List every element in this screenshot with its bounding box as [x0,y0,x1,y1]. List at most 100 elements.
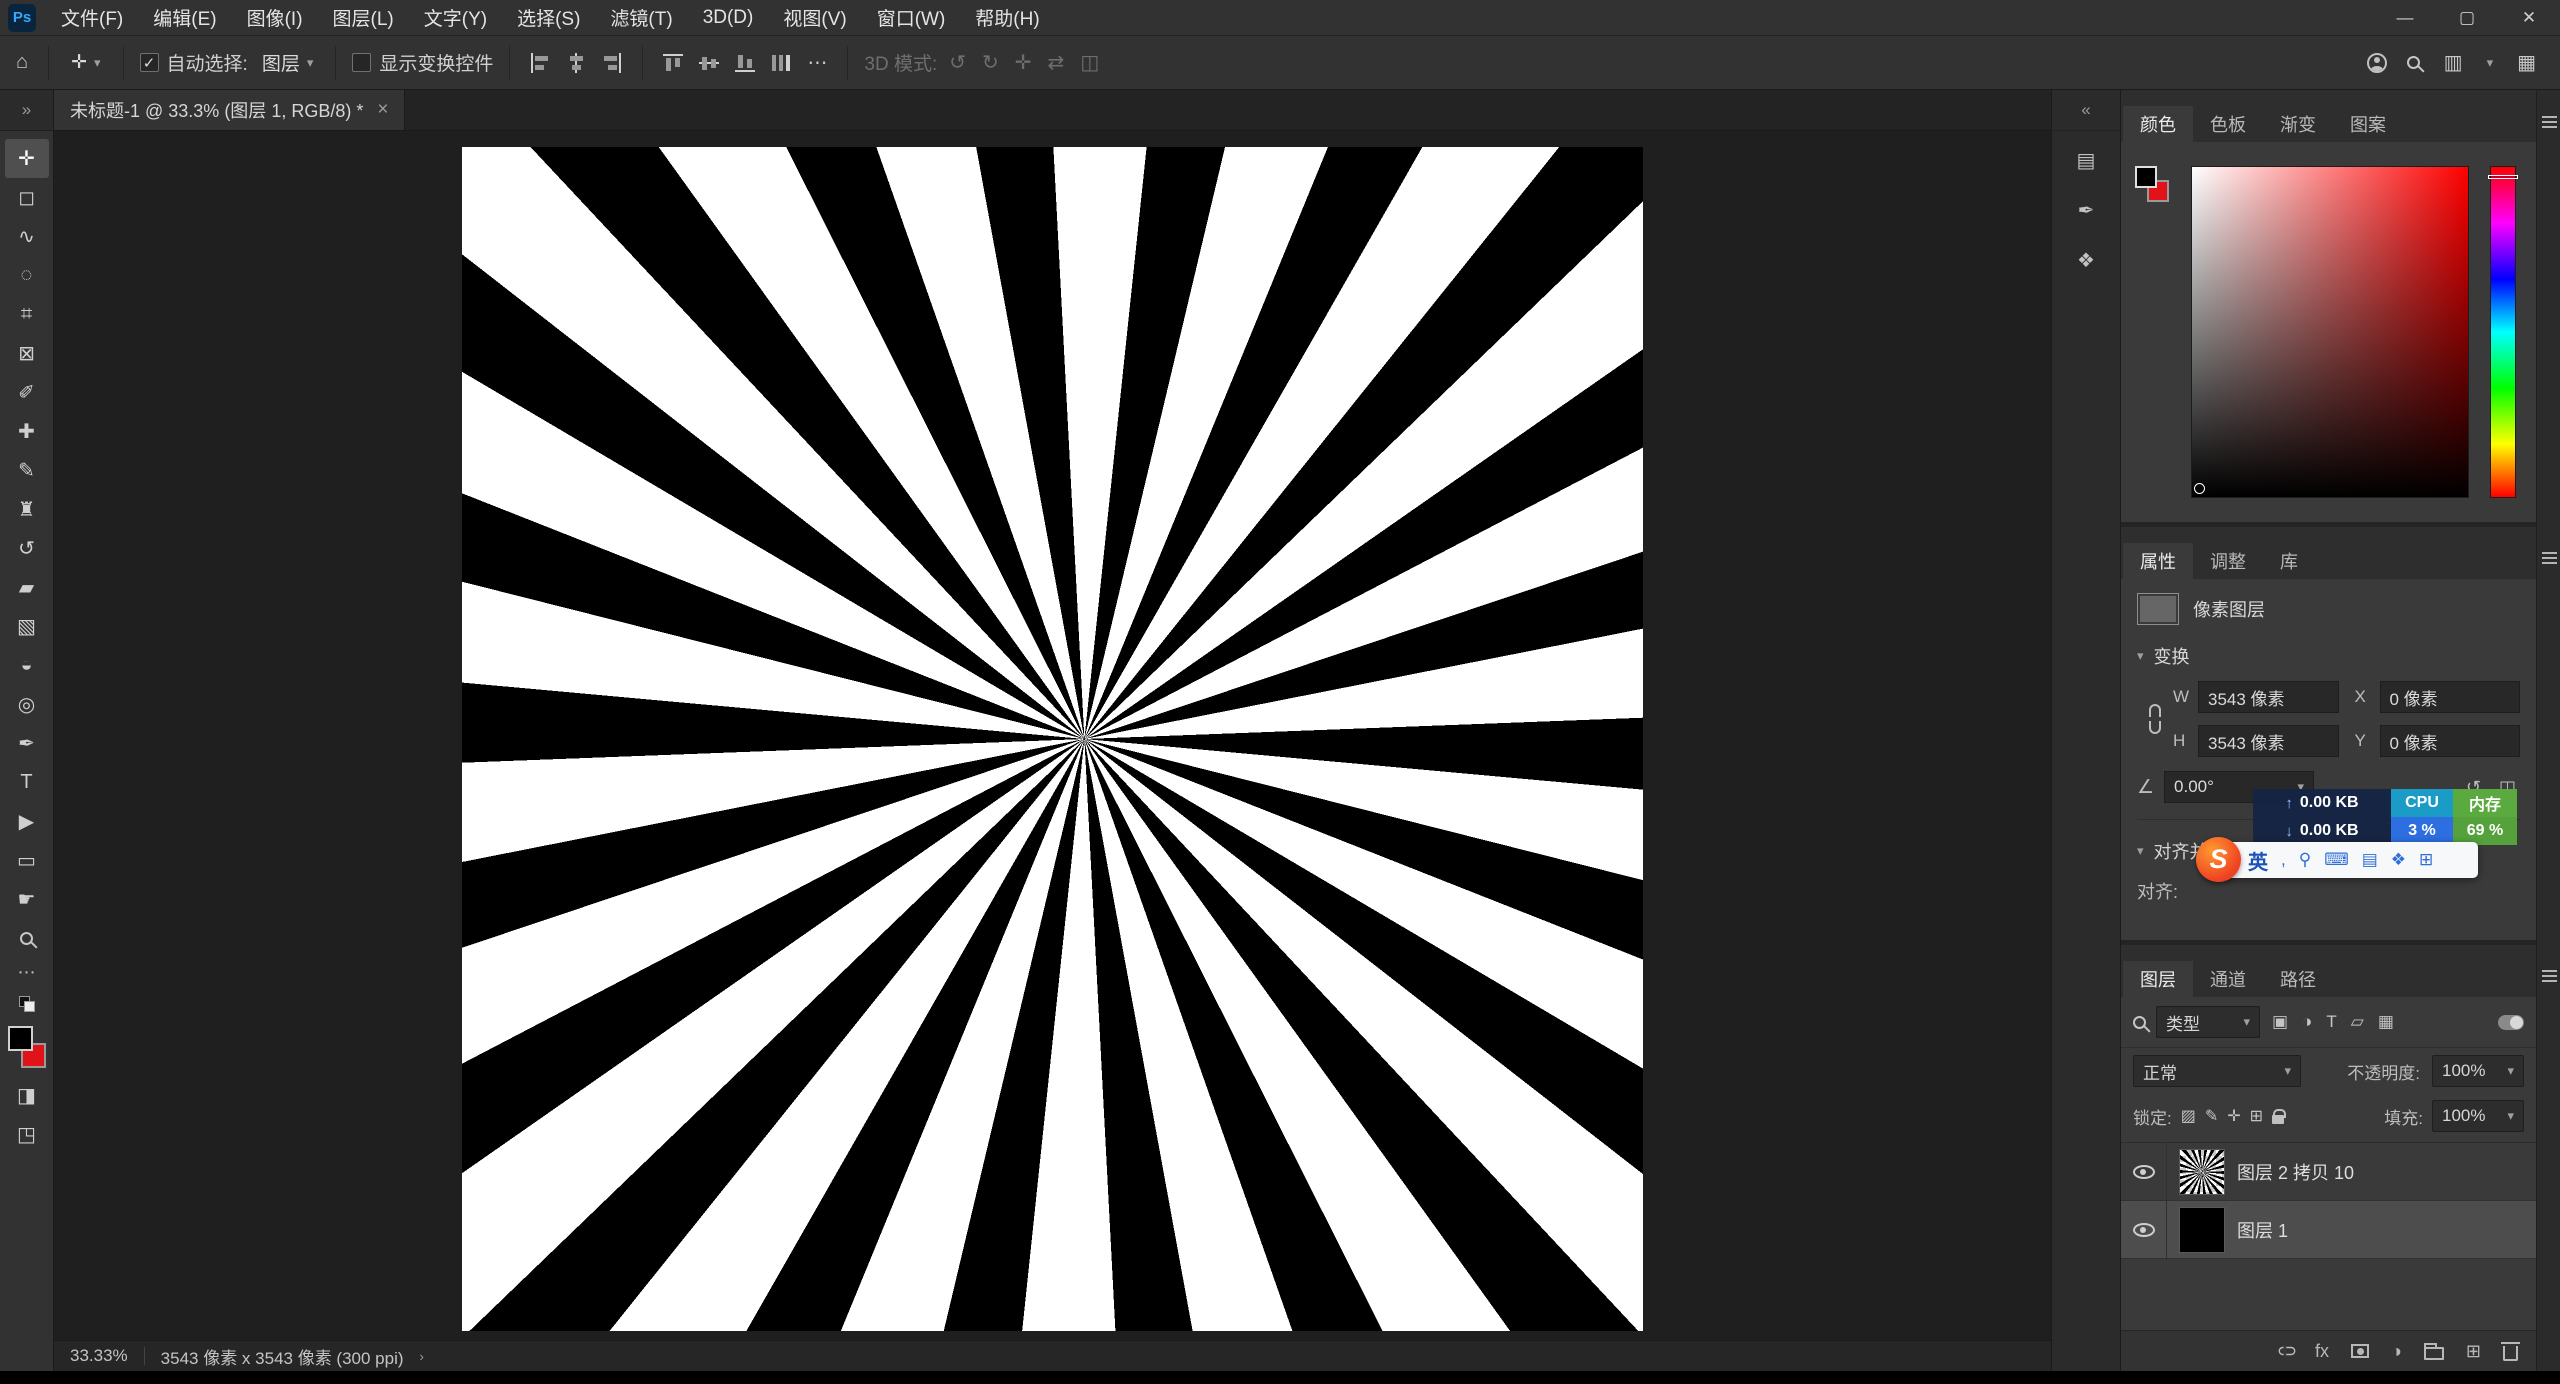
screen-mode-button[interactable]: ◳ [5,1115,49,1154]
tool-preset-picker[interactable]: ✛ ▾ [65,47,106,78]
chevron-down-icon[interactable]: ▾ [2487,55,2494,71]
filter-type-dropdown[interactable]: 类型 ▾ [2156,1006,2260,1038]
status-options-chevron[interactable]: › [420,1349,424,1364]
type-tool[interactable]: T [5,763,49,802]
menu-image[interactable]: 图像(I) [232,0,318,35]
object-selection-tool[interactable]: ◌ [5,256,49,295]
gradient-tool[interactable]: ▧ [5,607,49,646]
tab-color[interactable]: 颜色 [2123,106,2193,142]
layer-thumbnail-black[interactable] [2179,1207,2225,1253]
link-dimensions-icon[interactable] [2149,704,2161,734]
ime-skin-icon[interactable]: ❖ [2391,850,2406,870]
canvas-pasteboard[interactable] [54,131,2051,1340]
layer-row-starburst[interactable]: 图层 2 拷贝 10 [2121,1143,2536,1201]
spot-healing-brush-tool[interactable]: ✚ [5,412,49,451]
lasso-tool[interactable]: ∿ [5,217,49,256]
close-button[interactable]: ✕ [2498,0,2560,36]
eyedropper-tool[interactable]: ✐ [5,373,49,412]
menu-select[interactable]: 选择(S) [502,0,595,35]
document-canvas[interactable] [462,147,1643,1331]
dodge-tool[interactable]: ◎ [5,685,49,724]
filter-shape-layers-icon[interactable]: ▱ [2349,1012,2366,1032]
saturation-brightness-field[interactable] [2191,166,2469,498]
align-horizontal-centers-button[interactable] [562,49,590,77]
lock-all-icon[interactable] [2272,1115,2284,1124]
collapse-panels-button[interactable]: « [2052,90,2120,131]
filter-toggle[interactable] [2498,1015,2524,1030]
tab-paths[interactable]: 路径 [2263,961,2333,997]
align-right-edges-button[interactable] [598,49,626,77]
photoshop-logo[interactable]: Ps [8,4,36,32]
color-panel-menu-button[interactable] [2541,114,2557,130]
default-colors-icon[interactable] [19,996,35,1012]
close-tab-icon[interactable]: × [377,99,388,121]
menu-view[interactable]: 视图(V) [768,0,861,35]
x-input[interactable]: 0 像素 [2380,681,2521,713]
account-icon[interactable] [2367,53,2387,73]
sogou-logo[interactable]: S [2196,837,2241,882]
expand-toolbar-button[interactable]: » [0,90,53,131]
new-group-button[interactable] [2424,1347,2444,1360]
width-input[interactable]: 3543 像素 [2198,681,2339,713]
layer-name[interactable]: 图层 1 [2237,1217,2288,1243]
blur-tool[interactable]: ◒ [5,646,49,685]
frame-tool[interactable]: ⊠ [5,334,49,373]
layer-name[interactable]: 图层 2 拷贝 10 [2237,1159,2354,1185]
tab-swatches[interactable]: 色板 [2193,106,2263,142]
paths-panel-icon[interactable]: ✒ [2063,189,2109,231]
tab-channels[interactable]: 通道 [2193,961,2263,997]
tab-properties[interactable]: 属性 [2123,543,2193,579]
ime-punctuation-icon[interactable]: , [2281,850,2286,870]
ime-language-toggle[interactable]: 英 [2248,846,2268,875]
brush-tool[interactable]: ✎ [5,451,49,490]
add-layer-mask-button[interactable] [2351,1344,2369,1358]
filter-type-layers-icon[interactable]: T [2324,1012,2338,1032]
menu-window[interactable]: 窗口(W) [862,0,961,35]
pen-tool[interactable]: ✒ [5,724,49,763]
menu-filter[interactable]: 滤镜(T) [595,0,687,35]
brush-settings-panel-icon[interactable]: ▤ [2063,139,2109,181]
ime-keyboard-icon[interactable]: ⌨ [2324,850,2349,870]
lock-image-pixels-icon[interactable]: ✎ [2205,1106,2218,1126]
lock-artboard-icon[interactable]: ⊞ [2250,1106,2263,1126]
tab-patterns[interactable]: 图案 [2333,106,2403,142]
delete-layer-button[interactable] [2503,1346,2518,1361]
auto-select-target-dropdown[interactable]: 图层 ▾ [256,45,320,80]
transform-section-header[interactable]: ▾ 变换 [2137,643,2520,669]
fill-dropdown[interactable]: 100% ▾ [2432,1100,2524,1132]
zoom-tool[interactable] [5,919,49,958]
tab-layers[interactable]: 图层 [2123,961,2193,997]
ime-mic-icon[interactable]: ⚲ [2299,850,2311,870]
new-adjustment-layer-button[interactable]: ◑ [2391,1341,2402,1362]
crop-tool[interactable]: ⌗ [5,295,49,334]
minimize-button[interactable]: — [2374,0,2436,36]
hand-tool[interactable]: ☛ [5,880,49,919]
opacity-dropdown[interactable]: 100% ▾ [2432,1055,2524,1087]
show-transform-controls-checkbox[interactable] [352,53,371,72]
tab-gradients[interactable]: 渐变 [2263,106,2333,142]
menu-help[interactable]: 帮助(H) [960,0,1054,35]
path-selection-tool[interactable]: ▶ [5,802,49,841]
color-field-cursor[interactable] [2194,483,2205,494]
menu-3d[interactable]: 3D(D) [688,0,769,35]
filter-smart-objects-icon[interactable]: ▦ [2376,1012,2396,1032]
tab-adjustments[interactable]: 调整 [2193,543,2263,579]
rectangle-tool[interactable]: ▭ [5,841,49,880]
distribute-horizontal-button[interactable] [767,49,795,77]
ime-clipboard-icon[interactable]: ▤ [2362,850,2378,870]
menu-layer[interactable]: 图层(L) [318,0,409,35]
lock-position-icon[interactable]: ✛ [2227,1106,2240,1126]
document-tab[interactable]: 未标题-1 @ 33.3% (图层 1, RGB/8) * × [54,90,405,130]
layer-row-background[interactable]: 图层 1 [2121,1201,2536,1259]
blend-mode-dropdown[interactable]: 正常 ▾ [2133,1055,2301,1087]
align-left-edges-button[interactable] [526,49,554,77]
arrange-documents-icon[interactable]: ▦ [2513,50,2540,75]
auto-select-checkbox[interactable] [140,53,159,72]
hue-slider[interactable] [2490,166,2516,498]
eraser-tool[interactable]: ▰ [5,568,49,607]
search-icon[interactable] [2407,56,2420,69]
clone-stamp-tool[interactable]: ♜ [5,490,49,529]
edit-toolbar-button[interactable]: ⋯ [18,958,36,986]
clone-source-panel-icon[interactable]: ❖ [2063,239,2109,281]
properties-panel-menu-button[interactable] [2541,550,2557,566]
